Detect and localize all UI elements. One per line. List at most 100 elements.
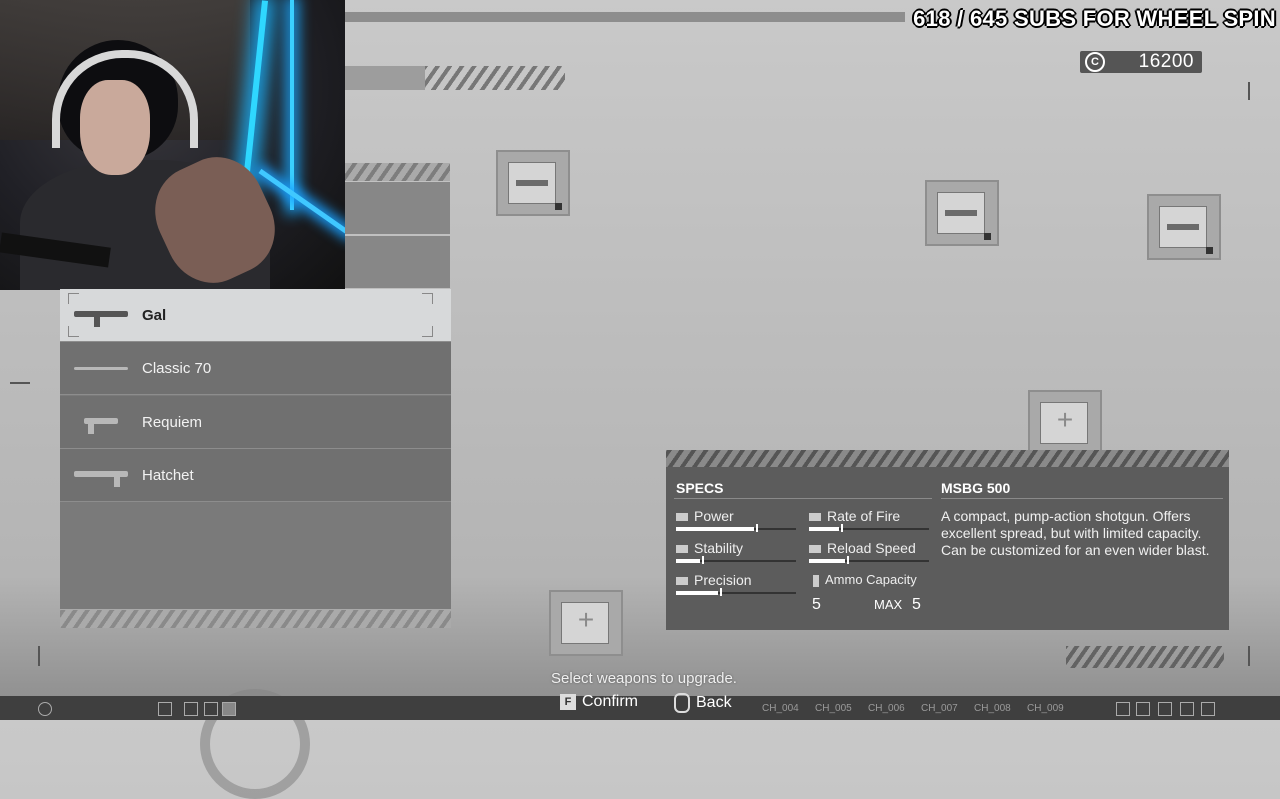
stat-stability: Stability bbox=[676, 540, 743, 556]
upgrade-slot-body[interactable] bbox=[925, 180, 999, 246]
cube-icon bbox=[1116, 702, 1130, 716]
folder-icon bbox=[1180, 702, 1194, 716]
divider bbox=[941, 498, 1223, 499]
map-icon bbox=[1136, 702, 1150, 716]
weapon-name: Gal bbox=[142, 306, 167, 324]
weapon-name: Classic 70 bbox=[142, 359, 212, 377]
panel-tab[interactable] bbox=[345, 182, 450, 234]
panel-stripe-bottom bbox=[60, 610, 451, 628]
hint-text: Select weapons to upgrade. bbox=[551, 670, 737, 687]
weapon-name: Requiem bbox=[142, 413, 203, 431]
panel-stripe-top bbox=[345, 163, 450, 181]
top-header-block bbox=[345, 66, 425, 90]
stock-part-icon bbox=[1167, 224, 1199, 230]
subs-goal-text: 618 / 645 SUBS FOR WHEEL SPIN bbox=[913, 6, 1276, 31]
upgrade-slot-empty[interactable]: + bbox=[549, 590, 623, 656]
channel-label: CH_005 bbox=[815, 703, 852, 714]
stat-power: Power bbox=[676, 508, 734, 524]
weapon-title: MSBG 500 bbox=[941, 480, 1011, 496]
grid-icon bbox=[1158, 702, 1172, 716]
power-icon bbox=[676, 513, 688, 522]
trash-icon bbox=[1201, 702, 1215, 716]
weapon-item-hatchet[interactable]: Hatchet bbox=[60, 449, 451, 502]
webcam-neon-light bbox=[290, 0, 294, 210]
upgrade-slot-stock[interactable] bbox=[1147, 194, 1221, 260]
credits-display: C 16200 bbox=[1080, 51, 1202, 73]
right-tick bbox=[1248, 82, 1250, 100]
channel-label: CH_004 bbox=[762, 703, 799, 714]
specs-stripe-decor bbox=[666, 450, 1229, 467]
body-part-icon bbox=[945, 210, 977, 216]
ammo-icon bbox=[813, 574, 819, 587]
weapon-item-requiem[interactable]: Requiem bbox=[60, 396, 451, 449]
stripe-decor bbox=[1066, 646, 1224, 668]
shotgun-icon bbox=[74, 465, 132, 487]
selection-corner bbox=[68, 326, 79, 337]
ammo-max-label: MAX bbox=[874, 597, 903, 612]
stat-precision: Precision bbox=[676, 572, 752, 588]
back-button[interactable]: Back bbox=[674, 693, 732, 713]
selection-corner bbox=[422, 326, 433, 337]
stability-icon bbox=[676, 545, 688, 554]
weapon-description: A compact, pump-action shotgun. Offers e… bbox=[941, 508, 1210, 558]
panel-tab[interactable] bbox=[345, 236, 450, 288]
upgrade-slot-empty[interactable]: + bbox=[1028, 390, 1102, 456]
webcam-overlay bbox=[0, 0, 345, 290]
top-stripe-decor bbox=[425, 66, 565, 90]
f-key-icon: F bbox=[560, 694, 576, 710]
credits-amount: 16200 bbox=[1138, 51, 1194, 72]
channel-label: CH_007 bbox=[921, 703, 958, 714]
confirm-label: Confirm bbox=[582, 693, 639, 710]
weapon-item-gal[interactable]: Gal bbox=[60, 289, 451, 342]
stat-bar bbox=[809, 556, 929, 564]
ammo-max: 5 bbox=[912, 596, 921, 613]
stat-label: Power bbox=[694, 508, 734, 524]
back-label: Back bbox=[696, 694, 732, 711]
square-icon bbox=[222, 702, 236, 716]
rate-of-fire-icon bbox=[809, 513, 821, 522]
plus-icon: + bbox=[577, 604, 595, 635]
grid-icon bbox=[204, 702, 218, 716]
search-icon bbox=[38, 702, 52, 716]
rifle-icon bbox=[74, 358, 132, 378]
bars-icon bbox=[184, 702, 198, 716]
weapon-item-classic-70[interactable]: Classic 70 bbox=[60, 342, 451, 395]
bottom-tick bbox=[38, 646, 40, 666]
barrel-part-icon bbox=[516, 180, 548, 186]
upgrade-slot-barrel[interactable] bbox=[496, 150, 570, 216]
top-divider bbox=[345, 12, 905, 22]
stat-ammo-capacity: Ammo Capacity bbox=[813, 572, 917, 587]
bottom-tick bbox=[1248, 646, 1250, 666]
stat-bar bbox=[809, 524, 929, 532]
credits-icon: C bbox=[1085, 52, 1105, 72]
checkbox-icon bbox=[158, 702, 172, 716]
specs-panel: SPECS MSBG 500 Power Rate of Fire Stabil… bbox=[666, 450, 1229, 630]
reload-icon bbox=[809, 545, 821, 554]
stat-reload-speed: Reload Speed bbox=[809, 540, 916, 556]
selection-corner bbox=[422, 293, 433, 304]
channel-label: CH_009 bbox=[1027, 703, 1064, 714]
selection-corner bbox=[68, 293, 79, 304]
smg-icon bbox=[74, 305, 132, 327]
stat-bar bbox=[676, 524, 796, 532]
channel-label: CH_008 bbox=[974, 703, 1011, 714]
weapon-list: Gal Classic 70 Requiem Hatchet bbox=[60, 289, 451, 799]
stat-label: Reload Speed bbox=[827, 540, 916, 556]
confirm-button[interactable]: F Confirm bbox=[560, 693, 638, 711]
stat-bar bbox=[676, 588, 796, 596]
stat-label: Ammo Capacity bbox=[825, 572, 917, 587]
stat-label: Precision bbox=[694, 572, 752, 588]
stat-rate-of-fire: Rate of Fire bbox=[809, 508, 900, 524]
mouse-icon bbox=[674, 693, 690, 713]
plus-icon: + bbox=[1056, 404, 1074, 435]
divider bbox=[674, 498, 932, 499]
left-tick bbox=[10, 382, 30, 384]
stat-label: Stability bbox=[694, 540, 744, 556]
channel-label: CH_006 bbox=[868, 703, 905, 714]
precision-icon bbox=[676, 577, 688, 586]
stat-label: Rate of Fire bbox=[827, 508, 901, 524]
weapon-name: Hatchet bbox=[142, 466, 194, 484]
stat-bar bbox=[676, 556, 796, 564]
specs-heading: SPECS bbox=[676, 480, 724, 496]
pistol-icon bbox=[74, 412, 132, 434]
